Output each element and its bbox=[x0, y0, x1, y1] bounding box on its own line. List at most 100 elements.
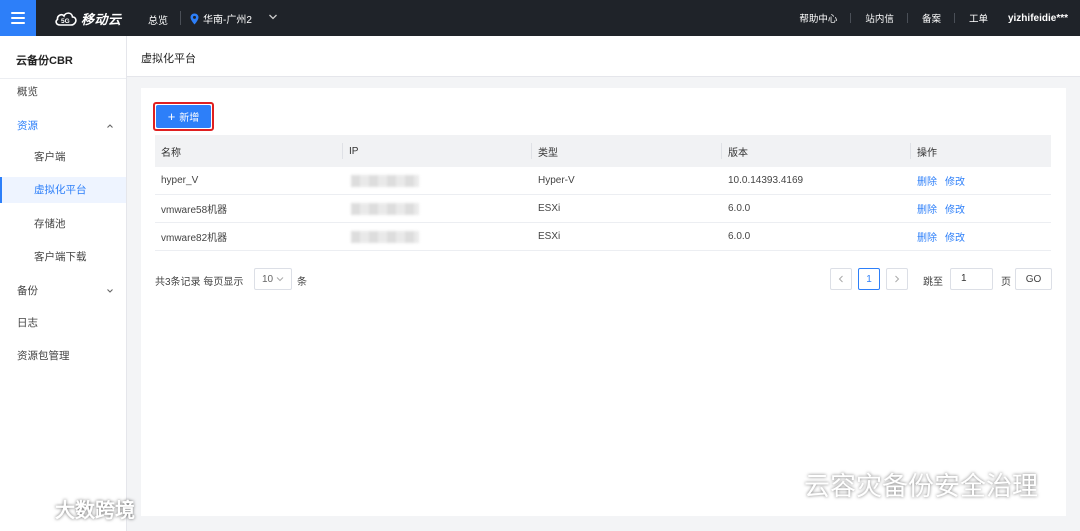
sidebar-item-resources[interactable]: 资源 bbox=[0, 113, 126, 139]
sidebar-item-label: 日志 bbox=[17, 317, 38, 329]
column-header-actions: 操作 bbox=[917, 147, 937, 159]
page-size-select[interactable]: 10 bbox=[254, 268, 292, 290]
cell-name: vmware58机器 bbox=[161, 205, 228, 216]
column-divider bbox=[721, 143, 722, 159]
location-pin-icon bbox=[190, 13, 199, 24]
record-summary: 共3条记录 每页显示 bbox=[155, 277, 244, 288]
go-button[interactable]: GO bbox=[1015, 268, 1052, 290]
top-right-links: 帮助中心 站内信 备案 工单 yizhifeidie*** bbox=[785, 0, 1080, 36]
watermark-right-text: 云容灾备份安全治理 bbox=[804, 471, 1039, 501]
sidebar-item-label: 资源 bbox=[17, 120, 38, 132]
goto-label: 跳至 bbox=[923, 277, 943, 288]
logo-badge: 5G bbox=[61, 18, 70, 25]
menu-icon[interactable] bbox=[0, 0, 36, 36]
cell-ip-redacted bbox=[349, 223, 419, 250]
sidebar-item-label: 存储池 bbox=[34, 218, 66, 230]
prev-page-button[interactable] bbox=[830, 268, 852, 290]
filing-link[interactable]: 备案 bbox=[908, 11, 955, 25]
pagination: 共3条记录 每页显示 10 条 1 跳至 1 页 GO bbox=[155, 268, 1052, 290]
cell-version: 10.0.14393.4169 bbox=[728, 175, 804, 186]
sidebar-item-client-download[interactable]: 客户端下载 bbox=[0, 244, 126, 270]
brand-mark-icon bbox=[9, 498, 49, 518]
sidebar-item-label: 概览 bbox=[17, 86, 38, 98]
platform-table: 名称 IP 类型 版本 操作 hyper_V Hyper-V 10.0.1439… bbox=[155, 135, 1051, 251]
goto-page-input[interactable]: 1 bbox=[950, 268, 993, 290]
region-selector[interactable]: 华南-广州2 bbox=[190, 11, 252, 26]
sidebar-item-backup[interactable]: 备份 bbox=[0, 278, 126, 304]
page-size-value: 10 bbox=[261, 273, 274, 285]
cell-actions: 删除 修改 bbox=[917, 167, 973, 194]
region-label: 华南-广州2 bbox=[203, 15, 252, 26]
current-page: 1 bbox=[866, 273, 872, 285]
sidebar-item-logs[interactable]: 日志 bbox=[0, 310, 126, 336]
watermark-left: 大数跨境 bbox=[6, 494, 135, 523]
cell-version: 6.0.0 bbox=[728, 203, 751, 214]
sidebar-item-virtualization-platform[interactable]: 虚拟化平台 bbox=[0, 177, 126, 203]
table-row: hyper_V Hyper-V 10.0.14393.4169 删除 修改 bbox=[155, 167, 1051, 195]
overview-link[interactable]: 总览 bbox=[148, 12, 168, 27]
plus-icon: + bbox=[167, 108, 176, 124]
content-card: + 新增 名称 IP 类型 版本 操作 hyper_V Hyper-V 10.0… bbox=[141, 88, 1066, 516]
add-button-label: 新增 bbox=[179, 113, 200, 124]
user-menu[interactable]: yizhifeidie*** bbox=[1002, 13, 1080, 24]
sidebar-item-label: 资源包管理 bbox=[17, 350, 70, 362]
logo-text: 移动云 bbox=[81, 11, 122, 27]
column-header-version: 版本 bbox=[728, 147, 748, 159]
column-divider bbox=[910, 143, 911, 159]
column-header-ip: IP bbox=[349, 145, 359, 157]
cloud-logo-icon: 5G bbox=[55, 12, 77, 26]
column-header-name: 名称 bbox=[161, 147, 181, 159]
watermark-left-text: 大数跨境 bbox=[55, 500, 135, 522]
sidebar-item-overview[interactable]: 概览 bbox=[0, 79, 126, 105]
chevron-down-icon bbox=[107, 289, 113, 293]
ticket-link[interactable]: 工单 bbox=[955, 11, 1002, 25]
page-size-unit: 条 bbox=[297, 277, 307, 288]
cell-ip-redacted bbox=[349, 167, 419, 194]
cell-name: hyper_V bbox=[161, 175, 199, 186]
sidebar-title: 云备份CBR bbox=[16, 55, 73, 67]
next-page-button[interactable] bbox=[886, 268, 908, 290]
add-button[interactable]: + 新增 bbox=[156, 105, 211, 128]
page-number-button[interactable]: 1 bbox=[858, 268, 880, 290]
sidebar-item-client[interactable]: 客户端 bbox=[0, 144, 126, 170]
page-title: 虚拟化平台 bbox=[141, 53, 196, 65]
chevron-up-icon bbox=[107, 124, 113, 128]
sidebar-item-resource-package[interactable]: 资源包管理 bbox=[0, 343, 126, 369]
sidebar-item-storage-pool[interactable]: 存储池 bbox=[0, 211, 126, 237]
cell-actions: 删除 修改 bbox=[917, 195, 973, 222]
column-header-type: 类型 bbox=[538, 147, 558, 159]
edit-link[interactable]: 修改 bbox=[945, 229, 965, 244]
cell-type: ESXi bbox=[538, 203, 561, 214]
delete-link[interactable]: 删除 bbox=[917, 173, 937, 188]
cell-type: ESXi bbox=[538, 231, 561, 242]
column-divider bbox=[342, 143, 343, 159]
sidebar-item-label: 客户端 bbox=[34, 151, 66, 163]
cell-ip-redacted bbox=[349, 195, 419, 222]
table-row: vmware58机器 ESXi 6.0.0 删除 修改 bbox=[155, 195, 1051, 223]
watermark-right: 云容灾备份安全治理 bbox=[762, 466, 1038, 503]
messages-link[interactable]: 站内信 bbox=[851, 11, 908, 25]
delete-link[interactable]: 删除 bbox=[917, 201, 937, 216]
chevron-down-icon[interactable] bbox=[268, 11, 278, 23]
divider bbox=[180, 11, 181, 25]
chevron-right-icon bbox=[895, 275, 900, 283]
cell-name: vmware82机器 bbox=[161, 233, 228, 244]
help-center-link[interactable]: 帮助中心 bbox=[785, 11, 852, 25]
wechat-icon bbox=[763, 472, 794, 496]
delete-link[interactable]: 删除 bbox=[917, 229, 937, 244]
sidebar: 云备份CBR 概览 资源 客户端 虚拟化平台 存储池 客户端下载 备份 日志 资… bbox=[0, 36, 127, 531]
edit-link[interactable]: 修改 bbox=[945, 173, 965, 188]
chevron-left-icon bbox=[838, 275, 843, 283]
edit-link[interactable]: 修改 bbox=[945, 201, 965, 216]
column-divider bbox=[531, 143, 532, 159]
chevron-down-icon bbox=[276, 277, 284, 282]
page-label: 页 bbox=[1001, 277, 1011, 288]
top-navigation-bar: 5G 移动云 总览 华南-广州2 帮助中心 站内信 备案 工单 yizhifei… bbox=[0, 0, 1080, 36]
cell-version: 6.0.0 bbox=[728, 231, 751, 242]
sidebar-item-label: 备份 bbox=[17, 285, 38, 297]
cell-type: Hyper-V bbox=[538, 175, 575, 186]
cell-actions: 删除 修改 bbox=[917, 223, 973, 250]
sidebar-item-label: 客户端下载 bbox=[34, 251, 87, 263]
brand-logo[interactable]: 5G 移动云 bbox=[54, 7, 122, 29]
table-row: vmware82机器 ESXi 6.0.0 删除 修改 bbox=[155, 223, 1051, 251]
